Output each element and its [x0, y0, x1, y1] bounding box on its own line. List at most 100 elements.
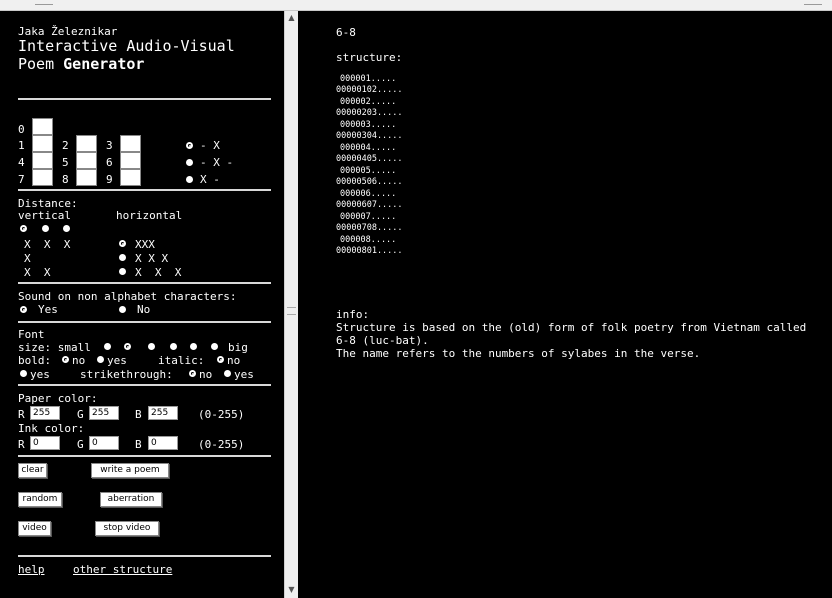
horizontal-radio-3[interactable] [119, 268, 126, 275]
italic-yes-radio[interactable] [20, 370, 27, 377]
grid-label-2: 2 [62, 139, 69, 152]
vertical-label: vertical [18, 209, 71, 222]
ink-r-label: R [18, 438, 25, 451]
font-size-radio-2[interactable] [124, 343, 131, 350]
clear-button[interactable]: clear [18, 463, 47, 478]
structure-line: 00000102..... [336, 85, 403, 95]
horizontal-option-2: X X X [135, 252, 169, 265]
info-text-line-1: Structure is based on the (old) form of … [336, 321, 807, 334]
structure-line: 000004..... [340, 143, 397, 153]
grid-cell-7[interactable] [32, 169, 53, 186]
italic-label: italic: [158, 354, 205, 367]
paper-r-input[interactable]: 255 [30, 406, 60, 420]
horizontal-option-3: X X X [135, 266, 182, 279]
italic-no-label: no [227, 354, 241, 367]
structure-line: 000003..... [340, 120, 397, 130]
grid-cell-4[interactable] [32, 152, 53, 169]
italic-yes-label: yes [30, 368, 50, 381]
pattern-radio-3[interactable] [186, 176, 193, 183]
help-link[interactable]: help [18, 563, 45, 576]
strike-yes-radio[interactable] [224, 370, 231, 377]
grid-cell-1[interactable] [32, 135, 53, 152]
scroll-up-icon[interactable]: ▲ [285, 11, 298, 24]
paper-r-label: R [18, 408, 25, 421]
vertical-radio-1[interactable] [20, 225, 27, 232]
bold-yes-radio[interactable] [97, 356, 104, 363]
font-size-radio-6[interactable] [211, 343, 218, 350]
sound-no-radio[interactable] [119, 306, 126, 313]
horizontal-radio-2[interactable] [119, 254, 126, 261]
scroll-grip[interactable] [287, 307, 296, 315]
ink-g-input[interactable]: 0 [89, 436, 119, 450]
paper-range-label: (0-255) [198, 408, 245, 421]
bold-no-radio[interactable] [62, 356, 69, 363]
aberration-button[interactable]: aberration [100, 492, 162, 507]
horizontal-radio-1[interactable] [119, 240, 126, 247]
font-heading: Font [18, 328, 45, 341]
pattern-label-2: - X - [200, 156, 234, 169]
structure-line: 00000506..... [336, 177, 403, 187]
structure-line: 000001..... [340, 74, 397, 84]
ink-r-input[interactable]: 0 [30, 436, 60, 450]
random-button[interactable]: random [18, 492, 62, 507]
grid-cell-6[interactable] [120, 152, 141, 169]
strike-no-radio[interactable] [189, 370, 196, 377]
structure-title: 6-8 [336, 26, 356, 39]
grid-label-0: 0 [18, 123, 25, 136]
font-size-radio-3[interactable] [148, 343, 155, 350]
ink-b-input[interactable]: 0 [148, 436, 178, 450]
info-heading: info: [336, 308, 370, 321]
other-structure-link[interactable]: other structure [73, 563, 172, 576]
paper-g-input[interactable]: 255 [89, 406, 119, 420]
font-size-radio-1[interactable] [104, 343, 111, 350]
structure-line: 00000304..... [336, 131, 403, 141]
strikethrough-label: strikethrough: [80, 368, 173, 381]
bold-yes-label: yes [107, 354, 127, 367]
font-size-radio-4[interactable] [170, 343, 177, 350]
video-button[interactable]: video [18, 521, 51, 536]
grid-cell-0[interactable] [32, 118, 53, 135]
pattern-radio-1[interactable] [186, 142, 193, 149]
divider [18, 455, 271, 457]
write-poem-button[interactable]: write a poem [91, 463, 169, 478]
paper-b-input[interactable]: 255 [148, 406, 178, 420]
grid-cell-9[interactable] [120, 169, 141, 186]
grid-cell-2[interactable] [76, 135, 97, 152]
grid-cell-5[interactable] [76, 152, 97, 169]
structure-line: 00000607..... [336, 200, 403, 210]
ink-g-label: G [77, 438, 84, 451]
vertical-radio-3[interactable] [63, 225, 70, 232]
divider [18, 282, 271, 284]
title-word-poem: Poem [18, 55, 64, 73]
structure-line: 000008..... [340, 235, 397, 245]
structure-line: 00000405..... [336, 154, 403, 164]
vertical-sample-3: X X [24, 266, 51, 279]
scroll-down-icon[interactable]: ▼ [285, 583, 298, 596]
grid-cell-3[interactable] [120, 135, 141, 152]
ink-b-label: B [135, 438, 142, 451]
left-panel-scrollbar[interactable]: ▲ ▼ [284, 11, 298, 598]
paper-g-label: G [77, 408, 84, 421]
structure-line: 000007..... [340, 212, 397, 222]
title-line-2: Poem Generator [18, 55, 271, 73]
vertical-radio-2[interactable] [42, 225, 49, 232]
sound-yes-radio[interactable] [20, 306, 27, 313]
structure-line: 000006..... [340, 189, 397, 199]
stop-video-button[interactable]: stop video [95, 521, 159, 536]
title-line-1: Interactive Audio-Visual [18, 37, 235, 55]
grid-cell-8[interactable] [76, 169, 97, 186]
sound-yes-label: Yes [38, 303, 58, 316]
grid-label-7: 7 [18, 173, 25, 186]
divider [18, 321, 271, 323]
structure-line: 000002..... [340, 97, 397, 107]
pattern-radio-2[interactable] [186, 159, 193, 166]
italic-no-radio[interactable] [217, 356, 224, 363]
bold-no-label: no [72, 354, 86, 367]
strike-yes-label: yes [234, 368, 254, 381]
title-word-generator: Generator [63, 55, 145, 73]
font-size-label: size: small [18, 341, 91, 354]
ink-color-heading: Ink color: [18, 422, 85, 435]
font-size-radio-5[interactable] [190, 343, 197, 350]
paper-color-heading: Paper color: [18, 392, 98, 405]
divider [18, 384, 271, 386]
